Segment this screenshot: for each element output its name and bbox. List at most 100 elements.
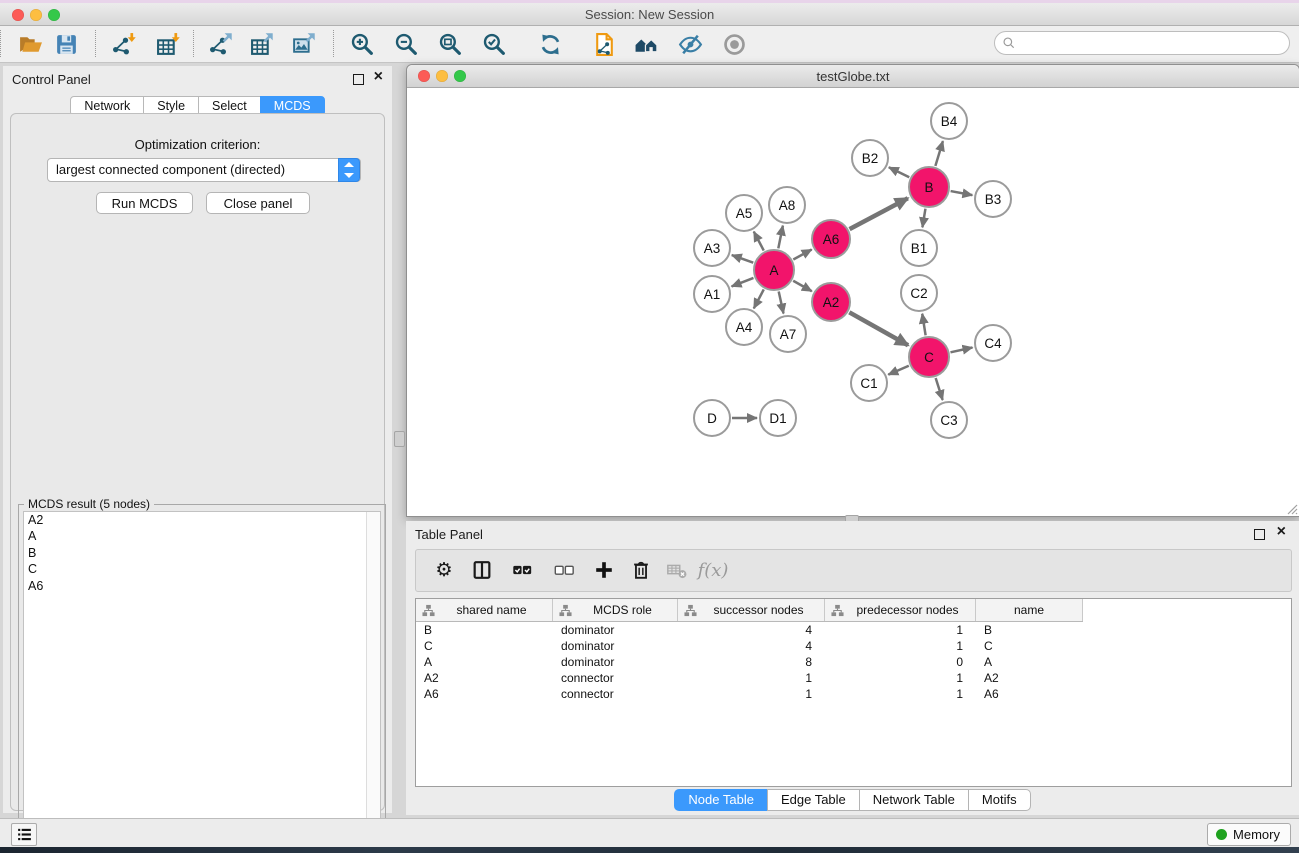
table-row[interactable]: Cdominator41C <box>416 638 1291 654</box>
table-cell[interactable]: A <box>416 654 553 670</box>
open-session-button[interactable] <box>14 29 46 59</box>
graph-node-C[interactable]: C <box>909 337 949 377</box>
graph-edge-C-C3[interactable] <box>936 378 943 400</box>
table-cell[interactable]: connector <box>553 686 678 702</box>
table-close-panel-icon[interactable]: × <box>1277 523 1286 541</box>
column-header-successor-nodes[interactable]: successor nodes <box>678 599 825 621</box>
network-canvas[interactable]: AA1A2A3A4A5A6A7A8BB1B2B3B4CC1C2C3C4DD1 <box>408 88 1297 514</box>
deselect-all-button[interactable] <box>548 555 580 585</box>
graph-node-A7[interactable]: A7 <box>770 316 806 352</box>
graph-node-A4[interactable]: A4 <box>726 309 762 345</box>
close-panel-button[interactable]: Close panel <box>206 192 310 214</box>
first-neighbors-button[interactable] <box>630 29 662 59</box>
table-cell[interactable]: 1 <box>825 622 976 638</box>
table-cell[interactable]: C <box>976 638 1083 654</box>
import-network-button[interactable] <box>108 29 140 59</box>
graph-edge-A-A7[interactable] <box>779 291 784 313</box>
tab-network-table[interactable]: Network Table <box>859 789 969 811</box>
graph-node-A5[interactable]: A5 <box>726 195 762 231</box>
graph-node-A1[interactable]: A1 <box>694 276 730 312</box>
column-header-shared-name[interactable]: shared name <box>416 599 553 621</box>
table-cell[interactable]: 1 <box>678 686 825 702</box>
graph-node-A8[interactable]: A8 <box>769 187 805 223</box>
export-table-button[interactable] <box>246 29 278 59</box>
graph-edge-A-A4[interactable] <box>754 289 764 308</box>
select-all-button[interactable] <box>506 555 538 585</box>
export-image-button[interactable] <box>288 29 320 59</box>
graph-node-C3[interactable]: C3 <box>931 402 967 438</box>
memory-button[interactable]: Memory <box>1207 823 1291 846</box>
tab-node-table[interactable]: Node Table <box>674 789 768 811</box>
table-cell[interactable]: 8 <box>678 654 825 670</box>
graph-node-C2[interactable]: C2 <box>901 275 937 311</box>
table-cell[interactable]: 1 <box>825 638 976 654</box>
table-cell[interactable]: 4 <box>678 622 825 638</box>
run-mcds-button[interactable]: Run MCDS <box>96 192 193 214</box>
table-cell[interactable]: dominator <box>553 622 678 638</box>
table-cell[interactable]: A <box>976 654 1083 670</box>
table-row[interactable]: A6connector11A6 <box>416 686 1291 702</box>
show-column-panel-button[interactable] <box>466 555 498 585</box>
mcds-result-item[interactable]: A2 <box>24 512 380 528</box>
vertical-splitter-handle[interactable] <box>394 431 405 447</box>
float-panel-icon[interactable] <box>353 74 364 85</box>
graph-node-B4[interactable]: B4 <box>931 103 967 139</box>
search-input[interactable] <box>1021 33 1280 53</box>
table-cell[interactable]: A2 <box>416 670 553 686</box>
table-cell[interactable]: dominator <box>553 654 678 670</box>
optimization-criterion-dropdown[interactable]: largest connected component (directed) <box>47 158 361 182</box>
graph-node-A2[interactable]: A2 <box>812 283 850 321</box>
tab-motifs[interactable]: Motifs <box>968 789 1031 811</box>
graph-node-D[interactable]: D <box>694 400 730 436</box>
table-cell[interactable]: A2 <box>976 670 1083 686</box>
column-header-MCDS-role[interactable]: MCDS role <box>553 599 678 621</box>
graph-edge-A-A3[interactable] <box>732 255 753 263</box>
graph-edge-A2-C[interactable] <box>849 312 908 345</box>
graph-edge-A-A6[interactable] <box>793 250 811 260</box>
mcds-list-scrollbar[interactable] <box>366 512 380 843</box>
table-cell[interactable]: connector <box>553 670 678 686</box>
table-cell[interactable]: B <box>976 622 1083 638</box>
table-cell[interactable]: A6 <box>976 686 1083 702</box>
graph-edge-B-B1[interactable] <box>922 209 925 228</box>
graph-edge-C-C4[interactable] <box>950 347 972 352</box>
table-cell[interactable]: 1 <box>678 670 825 686</box>
graph-edge-B-B4[interactable] <box>935 141 943 166</box>
export-network-button[interactable] <box>205 29 237 59</box>
table-options-button[interactable]: ⚙ <box>428 555 460 585</box>
show-all-button[interactable] <box>718 29 750 59</box>
graph-edge-A-A2[interactable] <box>793 281 812 291</box>
graph-node-B2[interactable]: B2 <box>852 140 888 176</box>
table-cell[interactable]: 4 <box>678 638 825 654</box>
table-cell[interactable]: A6 <box>416 686 553 702</box>
graph-node-A[interactable]: A <box>754 250 794 290</box>
table-row[interactable]: A2connector11A2 <box>416 670 1291 686</box>
save-session-button[interactable] <box>50 29 82 59</box>
zoom-fit-button[interactable] <box>434 29 466 59</box>
network-window-titlebar[interactable]: testGlobe.txt <box>407 65 1299 88</box>
search-box[interactable] <box>994 31 1290 55</box>
task-history-button[interactable] <box>11 823 37 846</box>
column-header-predecessor-nodes[interactable]: predecessor nodes <box>825 599 976 621</box>
column-header-name[interactable]: name <box>976 599 1083 621</box>
delete-column-button[interactable] <box>625 555 657 585</box>
table-cell[interactable]: 1 <box>825 686 976 702</box>
mcds-result-item[interactable]: B <box>24 545 380 561</box>
node-table[interactable]: shared name MCDS role successor nodes pr… <box>415 598 1292 787</box>
mcds-result-item[interactable]: A <box>24 528 380 544</box>
apply-layout-button[interactable] <box>534 29 566 59</box>
mcds-result-list[interactable]: A2ABCA6 <box>23 511 381 844</box>
table-cell[interactable]: dominator <box>553 638 678 654</box>
table-cell[interactable]: B <box>416 622 553 638</box>
graph-node-B3[interactable]: B3 <box>975 181 1011 217</box>
graph-node-B[interactable]: B <box>909 167 949 207</box>
graph-node-C1[interactable]: C1 <box>851 365 887 401</box>
network-from-selection-button[interactable] <box>588 29 620 59</box>
graph-edge-A-A5[interactable] <box>754 232 764 251</box>
resize-grip-icon[interactable] <box>1285 502 1298 515</box>
table-row[interactable]: Bdominator41B <box>416 622 1291 638</box>
close-panel-icon[interactable]: × <box>374 68 383 86</box>
table-cell[interactable]: 1 <box>825 670 976 686</box>
table-cell[interactable]: 0 <box>825 654 976 670</box>
graph-edge-C-C1[interactable] <box>888 366 909 375</box>
